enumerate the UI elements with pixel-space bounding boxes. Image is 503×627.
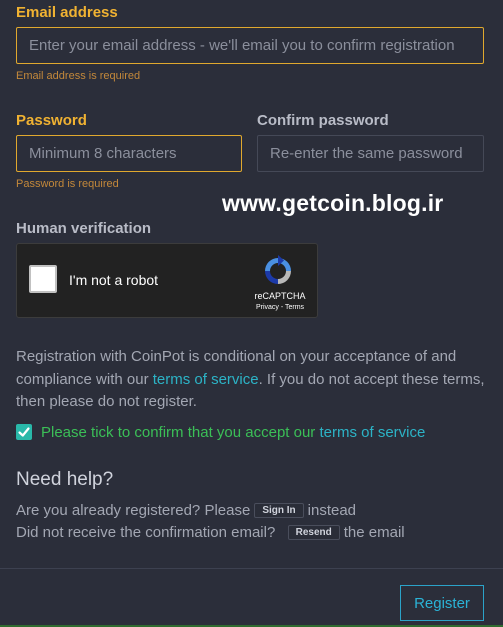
resend-button[interactable]: Resend — [287, 525, 340, 540]
email-error: Email address is required — [16, 70, 141, 82]
password-label: Password — [16, 112, 87, 129]
accept-terms-label: Please tick to confirm that you accept o… — [41, 424, 425, 441]
checkmark-icon — [18, 427, 30, 437]
terms-notice: Registration with CoinPot is conditional… — [16, 346, 491, 414]
need-help-title: Need help? — [16, 469, 114, 490]
register-button[interactable]: Register — [400, 585, 484, 621]
accept-terms-text: Please tick to confirm that you accept o… — [41, 424, 320, 441]
password-error: Password is required — [16, 178, 119, 190]
already-registered-row: Are you already registered? Please Sign I… — [16, 502, 356, 519]
accept-terms-checkbox[interactable] — [16, 424, 32, 440]
password-input[interactable] — [16, 135, 242, 172]
confirm-password-label: Confirm password — [257, 112, 389, 129]
resend-confirmation-row: Did not receive the confirmation email? … — [16, 524, 405, 541]
email-label: Email address — [16, 4, 118, 21]
recaptcha-widget: I'm not a robot reCAPTCHA Privacy - Term… — [16, 243, 318, 318]
accept-terms-of-service-link[interactable]: terms of service — [319, 424, 425, 441]
human-verification-label: Human verification — [16, 220, 152, 237]
terms-of-service-link[interactable]: terms of service — [153, 371, 259, 388]
recaptcha-links: Privacy - Terms — [248, 304, 312, 311]
already-registered-text: Are you already registered? Please — [16, 502, 251, 519]
already-registered-suffix: instead — [307, 502, 357, 519]
recaptcha-brand: reCAPTCHA — [254, 291, 306, 301]
email-input[interactable] — [16, 27, 484, 64]
sign-in-button[interactable]: Sign In — [254, 503, 304, 518]
recaptcha-checkbox[interactable] — [29, 265, 57, 293]
confirm-password-input[interactable] — [257, 135, 484, 172]
recaptcha-logo-icon — [265, 255, 291, 284]
footer-divider — [0, 568, 503, 569]
recaptcha-text: I'm not a robot — [69, 272, 159, 288]
watermark-text: www.getcoin.blog.ir — [222, 190, 444, 216]
recaptcha-terms-link[interactable]: Terms — [285, 304, 304, 311]
no-confirmation-text: Did not receive the confirmation email? — [16, 524, 276, 541]
recaptcha-privacy-link[interactable]: Privacy — [256, 304, 279, 311]
resend-suffix: the email — [343, 524, 405, 541]
